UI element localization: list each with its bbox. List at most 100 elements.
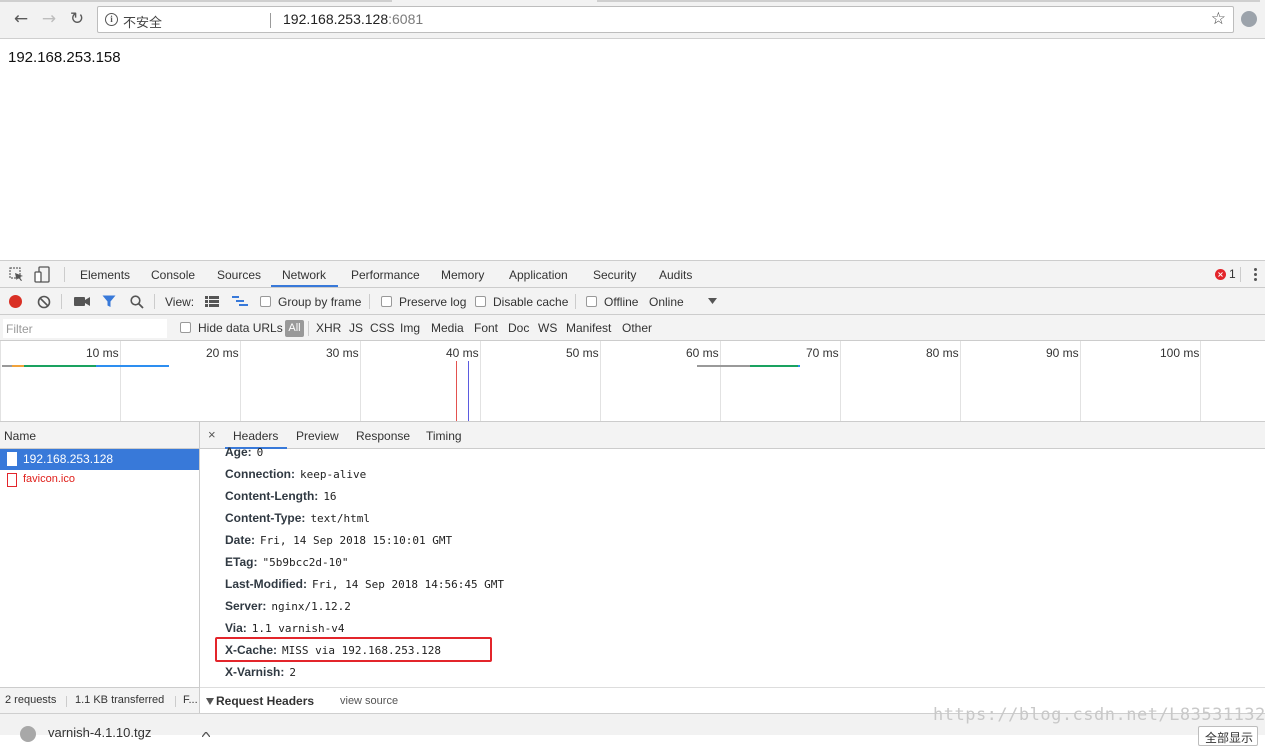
view-source-link[interactable]: view source [340, 695, 398, 707]
filter-img[interactable]: Img [400, 321, 420, 335]
timeline-tick: 20 ms [206, 346, 239, 360]
filter-all-button[interactable]: All [285, 320, 304, 337]
disable-cache-checkbox[interactable] [475, 296, 486, 307]
header-row-x-varnish[interactable]: X-Varnish: 2 [225, 665, 296, 679]
hide-data-urls-label[interactable]: Hide data URLs [198, 321, 283, 335]
hide-data-urls-checkbox[interactable] [180, 322, 191, 333]
capture-screenshots-icon[interactable] [74, 296, 90, 307]
address-bar[interactable]: i 不安全 192.168.253.128:6081 ☆ [97, 6, 1234, 33]
network-status-bar: 2 requests 1.1 KB transferred F... [0, 687, 200, 713]
timeline-tick: 90 ms [1046, 346, 1079, 360]
request-headers-title[interactable]: Request Headers [216, 694, 314, 708]
filter-media[interactable]: Media [431, 321, 464, 335]
tab-elements[interactable]: Elements [80, 268, 130, 282]
group-by-frame-checkbox[interactable] [260, 296, 271, 307]
large-rows-icon[interactable] [205, 296, 219, 307]
header-row-last-modified[interactable]: Last-Modified: Fri, 14 Sep 2018 14:56:45 … [225, 577, 504, 591]
url-port: :6081 [388, 11, 424, 27]
tab-response[interactable]: Response [356, 429, 410, 443]
preserve-log-label[interactable]: Preserve log [399, 295, 466, 309]
clear-icon[interactable] [37, 295, 51, 309]
bookmark-star-icon[interactable]: ☆ [1211, 9, 1226, 29]
tab-network[interactable]: Network [282, 268, 326, 282]
search-icon[interactable] [130, 295, 144, 309]
header-row-content-type[interactable]: Content-Type: text/html [225, 511, 370, 525]
back-icon[interactable]: ← [10, 8, 32, 30]
chevron-down-icon[interactable] [708, 298, 717, 304]
tab-sources[interactable]: Sources [217, 268, 261, 282]
header-row-age[interactable]: Age: 0 [225, 445, 263, 459]
tab-memory[interactable]: Memory [441, 268, 484, 282]
request-row[interactable]: favicon.ico [0, 470, 199, 491]
record-icon[interactable] [9, 295, 22, 308]
device-toolbar-icon[interactable] [34, 266, 50, 283]
group-by-frame-label[interactable]: Group by frame [278, 295, 361, 309]
header-value: nginx/1.12.2 [271, 600, 351, 613]
header-value: "5b9bcc2d-10" [262, 556, 349, 569]
triangle-down-icon[interactable] [206, 698, 214, 705]
tab-timing[interactable]: Timing [426, 429, 462, 443]
header-value: Fri, 14 Sep 2018 14:56:45 GMT [312, 578, 505, 591]
header-value: 1.1 varnish-v4 [251, 622, 345, 635]
header-row-content-length[interactable]: Content-Length: 16 [225, 489, 337, 503]
timeline-grid-line [1080, 341, 1081, 421]
tab-application[interactable]: Application [509, 268, 568, 282]
header-row-connection[interactable]: Connection: keep-alive [225, 467, 366, 481]
preserve-log-checkbox[interactable] [381, 296, 392, 307]
tab-audits[interactable]: Audits [659, 268, 692, 282]
filter-font[interactable]: Font [474, 321, 498, 335]
timeline-bar-stalled [697, 365, 750, 367]
filter-doc[interactable]: Doc [508, 321, 529, 335]
timeline-grid-line [360, 341, 361, 421]
url-text[interactable]: 192.168.253.128:6081 [283, 11, 423, 27]
filter-other[interactable]: Other [622, 321, 652, 335]
header-key: X-Varnish: [225, 665, 285, 679]
status-separator [175, 696, 176, 707]
header-row-date[interactable]: Date: Fri, 14 Sep 2018 15:10:01 GMT [225, 533, 452, 547]
tab-preview[interactable]: Preview [296, 429, 339, 443]
download-filename[interactable]: varnish-4.1.10.tgz [48, 725, 151, 740]
offline-checkbox[interactable] [586, 296, 597, 307]
tab-performance[interactable]: Performance [351, 268, 420, 282]
info-icon[interactable]: i [105, 13, 118, 26]
request-row-selected[interactable]: 192.168.253.128 [0, 449, 199, 470]
toolbar-separator [61, 294, 62, 309]
waterfall-overview-icon[interactable] [232, 296, 248, 308]
tab-console[interactable]: Console [151, 268, 195, 282]
security-label[interactable]: 不安全 [123, 12, 162, 31]
tab-headers[interactable]: Headers [233, 429, 278, 443]
filter-ws[interactable]: WS [538, 321, 557, 335]
timeline-tick: 60 ms [686, 346, 719, 360]
show-all-downloads-button[interactable]: 全部显示 [1198, 726, 1258, 746]
header-row-etag[interactable]: ETag: "5b9bcc2d-10" [225, 555, 349, 569]
reload-icon[interactable]: ↻ [66, 8, 88, 30]
close-icon[interactable]: × [208, 427, 216, 442]
filter-xhr[interactable]: XHR [316, 321, 341, 335]
error-count[interactable]: 1 [1229, 267, 1236, 281]
header-key: Content-Length: [225, 489, 319, 503]
network-overview-timeline[interactable]: 10 ms 20 ms 30 ms 40 ms 50 ms 60 ms 70 m… [0, 341, 1265, 422]
error-icon[interactable]: × [1215, 269, 1226, 280]
forward-icon[interactable]: → [38, 8, 60, 30]
inspect-element-icon[interactable] [9, 267, 24, 282]
kebab-menu-icon[interactable] [1254, 268, 1257, 282]
filter-icon[interactable] [102, 295, 116, 308]
header-key: Server: [225, 599, 267, 613]
tab-security[interactable]: Security [593, 268, 636, 282]
header-row-server[interactable]: Server: nginx/1.12.2 [225, 599, 351, 613]
filter-input[interactable] [3, 319, 167, 338]
request-name: 192.168.253.128 [23, 452, 114, 466]
disable-cache-label[interactable]: Disable cache [493, 295, 568, 309]
throttling-select[interactable]: Online [649, 295, 684, 309]
header-row-via[interactable]: Via: 1.1 varnish-v4 [225, 621, 345, 635]
header-value: 0 [256, 446, 264, 459]
extension-globe-icon[interactable] [1241, 11, 1257, 27]
tab-strip-edge [597, 0, 1260, 2]
filter-js[interactable]: JS [349, 321, 363, 335]
download-progress-icon[interactable] [20, 726, 36, 742]
filter-manifest[interactable]: Manifest [566, 321, 611, 335]
name-column-header[interactable]: Name [4, 429, 36, 443]
omnibox-divider [270, 13, 271, 28]
offline-label[interactable]: Offline [604, 295, 638, 309]
filter-css[interactable]: CSS [370, 321, 395, 335]
